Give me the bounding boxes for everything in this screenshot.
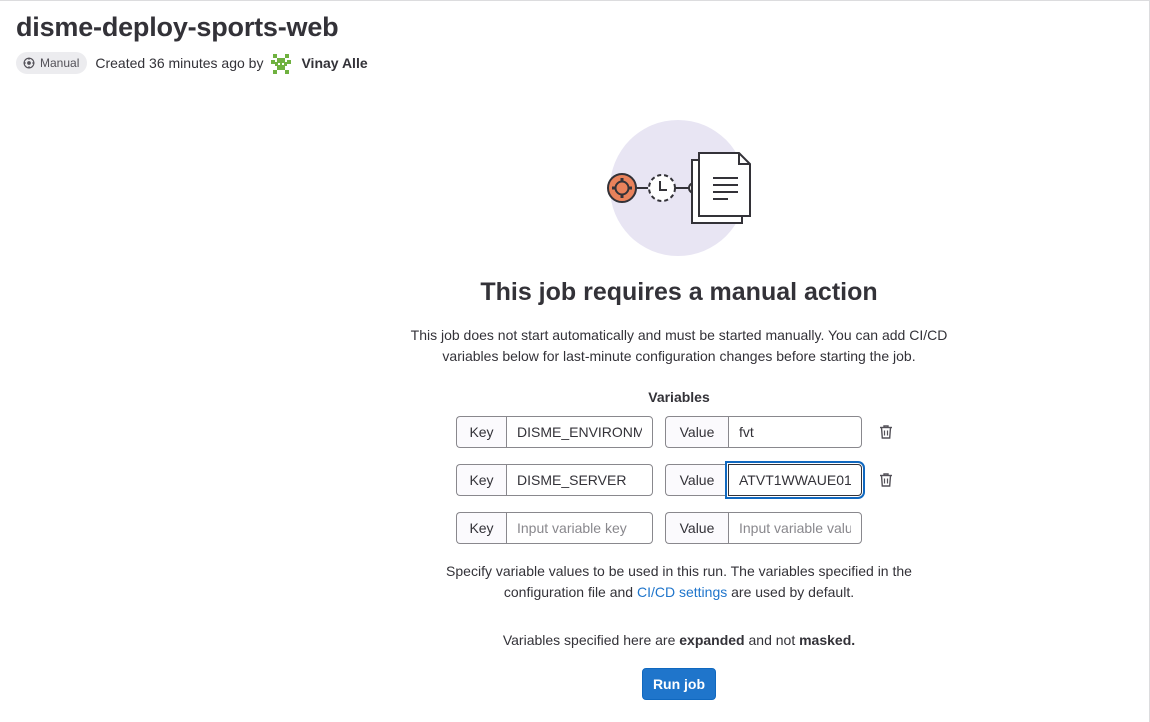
value-addon: Value [665,512,728,544]
note-masked: masked. [799,632,856,648]
status-badge-label: Manual [40,56,80,70]
top-border [0,0,1150,1]
note-before: Variables specified here are [502,632,680,648]
empty-state-description: This job does not start automatically an… [410,327,948,364]
cicd-settings-link[interactable]: CI/CD settings [637,584,727,600]
avatar[interactable] [269,51,294,75]
variable-key-input[interactable] [506,464,653,496]
value-group: Value [665,416,862,448]
new-variable-value-input[interactable] [728,512,862,544]
trash-icon [880,473,892,487]
key-group: Key [456,512,653,544]
remove-variable-button[interactable] [874,468,898,492]
author-name[interactable]: Vinay Alle [301,55,367,71]
created-text: Created 36 minutes ago by [95,55,264,71]
key-addon: Key [456,464,506,496]
key-addon: Key [456,416,506,448]
variables-label: Variables [648,389,710,405]
variable-row: Key Value [456,464,898,496]
variables-hint: Specify variable values to be used in th… [440,561,918,603]
value-addon: Value [665,464,728,496]
value-addon: Value [665,416,728,448]
document-icon [691,152,751,224]
value-group: Value [665,512,862,544]
gear-icon [23,57,35,69]
variable-value-input[interactable] [728,416,862,448]
empty-state-heading: This job requires a manual action [480,278,878,306]
value-group: Value [665,464,862,496]
clock-icon [648,174,676,202]
remove-variable-button[interactable] [874,420,898,444]
variable-value-input[interactable] [728,464,862,496]
trash-icon [880,425,892,439]
gear-icon [607,173,637,203]
job-meta: Manual Created 36 minutes ago by Vinay A… [16,51,368,75]
variable-row: Key Value [456,416,898,448]
key-group: Key [456,464,653,496]
hint-text-after: are used by default. [727,584,855,600]
manual-action-illustration [607,120,751,256]
variable-key-input[interactable] [506,416,653,448]
note-middle: and not [744,632,800,648]
new-variable-row: Key Value [456,512,862,544]
job-title: disme-deploy-sports-web [16,12,339,42]
key-addon: Key [456,512,506,544]
key-group: Key [456,416,653,448]
status-badge[interactable]: Manual [16,52,88,74]
note-expanded: expanded [679,632,745,648]
variables-note: Variables specified here are expanded an… [380,632,978,648]
new-variable-key-input[interactable] [506,512,653,544]
run-job-button[interactable]: Run job [642,668,716,700]
